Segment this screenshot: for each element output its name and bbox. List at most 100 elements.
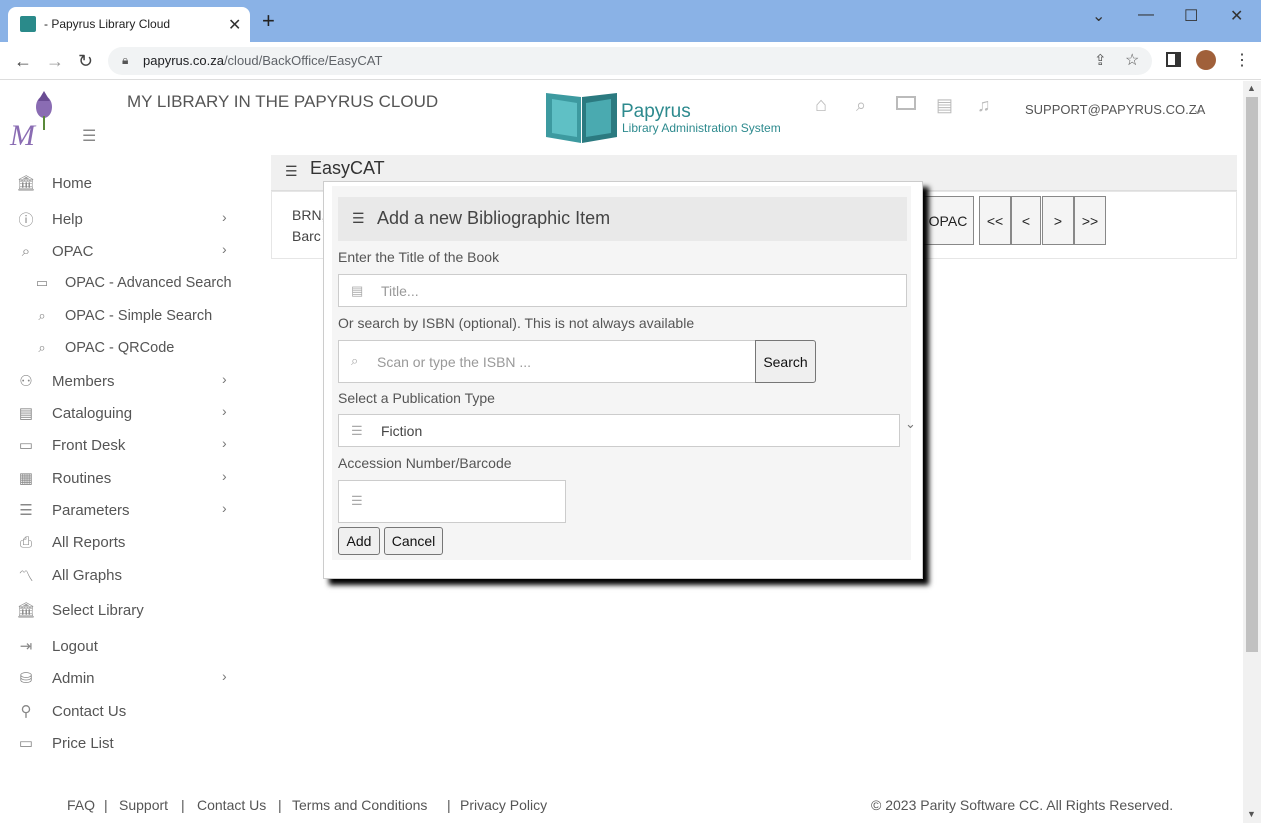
sidebar-item-all-reports[interactable]: ⎙ All Reports: [14, 530, 125, 554]
chevron-right-icon[interactable]: ›: [222, 209, 227, 225]
chevron-right-icon[interactable]: ›: [222, 371, 227, 387]
sidebar-item-front-desk[interactable]: ▭ Front Desk: [14, 433, 125, 457]
add-item-modal: ☰ Add a new Bibliographic Item Enter the…: [323, 181, 923, 579]
maximize-icon[interactable]: ☐: [1184, 6, 1198, 26]
window-close-icon[interactable]: ✕: [1230, 6, 1243, 26]
last-record-button[interactable]: >>: [1074, 196, 1106, 245]
user-account[interactable]: SUPPORT@PAPYRUS.CO.ZA: [1025, 102, 1205, 117]
list-icon: ☰: [352, 210, 365, 226]
next-record-button[interactable]: >: [1042, 196, 1074, 245]
tab-close-icon[interactable]: ✕: [228, 15, 241, 35]
sidebar-item-label: OPAC - Advanced Search: [65, 275, 232, 291]
scroll-down-icon[interactable]: ▼: [1247, 809, 1256, 819]
sidebar-item-label: Routines: [52, 469, 112, 487]
sidebar-item-all-graphs[interactable]: 〽 All Graphs: [14, 563, 122, 587]
sidebar-item-label: Members: [52, 372, 115, 390]
first-record-button[interactable]: <<: [979, 196, 1011, 245]
easycat-title: EasyCAT: [310, 158, 385, 178]
hamburger-menu-icon[interactable]: ☰: [82, 126, 96, 146]
title-input[interactable]: ▤ Title...: [338, 274, 907, 307]
chevron-right-icon[interactable]: ›: [222, 500, 227, 516]
monitor-icon: ▭: [35, 275, 49, 290]
sidebar-item-opac-simple-search[interactable]: ⌕ OPAC - Simple Search: [32, 304, 212, 328]
page-scrollbar[interactable]: ▲ ▼: [1243, 81, 1261, 823]
back-icon[interactable]: ←: [14, 51, 32, 72]
sidebar-item-label: Select Library: [52, 601, 144, 619]
search-icon[interactable]: ⌕: [856, 95, 866, 116]
sidebar-item-contact-us[interactable]: ⚲ Contact Us: [14, 699, 127, 723]
footer-link-privacy[interactable]: Privacy Policy: [460, 797, 547, 813]
scroll-up-icon[interactable]: ▲: [1247, 83, 1256, 93]
bookmark-star-icon[interactable]: ☆: [1125, 50, 1139, 70]
sidebar-item-routines[interactable]: ▦ Routines: [14, 466, 111, 490]
sidebar-item-admin[interactable]: ⛁ Admin: [14, 666, 95, 690]
isbn-search-button[interactable]: Search: [755, 340, 816, 383]
accession-label: Accession Number/Barcode: [338, 455, 512, 471]
sidebar-item-members[interactable]: ⚇ Members: [14, 369, 115, 393]
chevron-right-icon[interactable]: ›: [222, 241, 227, 257]
forward-icon[interactable]: →: [46, 51, 64, 72]
chevron-right-icon[interactable]: ›: [222, 468, 227, 484]
reload-icon[interactable]: ↻: [78, 51, 93, 72]
chevron-down-icon[interactable]: ⌄: [1192, 101, 1204, 118]
share-icon[interactable]: ⇪: [1094, 51, 1107, 69]
front-desk-icon[interactable]: [896, 96, 916, 110]
add-button[interactable]: Add: [338, 527, 380, 555]
calendar-icon: ▦: [18, 470, 34, 487]
sidebar-item-label: Admin: [52, 669, 95, 687]
modal-title: Add a new Bibliographic Item: [377, 208, 611, 228]
list-icon: ☰: [285, 163, 298, 179]
isbn-input[interactable]: ⌕ Scan or type the ISBN ...: [338, 340, 756, 383]
footer-link-faq[interactable]: FAQ: [67, 797, 95, 813]
pubtype-value: Fiction: [381, 423, 423, 439]
sidebar-item-label: Contact Us: [52, 702, 127, 720]
home-icon[interactable]: ⌂: [815, 94, 827, 117]
sidebar-item-opac-advanced-search[interactable]: ▭ OPAC - Advanced Search: [32, 271, 232, 295]
chevron-right-icon[interactable]: ›: [222, 668, 227, 684]
sidebar-item-label: Front Desk: [52, 436, 126, 454]
footer-link-terms[interactable]: Terms and Conditions: [292, 797, 427, 813]
sidebar-item-cataloguing[interactable]: ▤ Cataloguing: [14, 401, 132, 425]
sidebar-item-select-library[interactable]: 🏛︎ Select Library: [14, 598, 144, 622]
users-icon: ⚇: [19, 373, 33, 390]
browser-tab[interactable]: - Papyrus Library Cloud ✕: [8, 7, 250, 43]
footer-link-contact-us[interactable]: Contact Us: [197, 797, 266, 813]
new-tab-icon[interactable]: +: [262, 10, 275, 32]
site-title: MY LIBRARY IN THE PAPYRUS CLOUD: [127, 92, 439, 111]
minimize-icon[interactable]: —: [1138, 6, 1154, 24]
sidebar-item-opac-qrcode[interactable]: ⌕ OPAC - QRCode: [32, 336, 174, 360]
brand-name: Papyrus: [621, 101, 691, 122]
sidebar-item-help[interactable]: ⓘ Help: [14, 207, 82, 231]
chevron-down-icon[interactable]: ⌄: [905, 416, 916, 432]
library-logo: M: [8, 89, 70, 152]
footer-separator: |: [447, 797, 451, 813]
accession-input[interactable]: ☰: [338, 480, 566, 523]
sidebar-item-parameters[interactable]: ☰ Parameters: [14, 498, 129, 522]
sidebar-item-opac[interactable]: ⌕ OPAC: [14, 239, 94, 263]
title-placeholder: Title...: [381, 283, 419, 299]
lock-icon: 🔒︎: [122, 53, 129, 67]
sidepanel-icon[interactable]: [1166, 52, 1181, 67]
search-icon: ⌕: [21, 242, 31, 260]
chevron-right-icon[interactable]: ›: [222, 403, 227, 419]
sidebar-item-logout[interactable]: ⇥ Logout: [14, 634, 98, 658]
cancel-button[interactable]: Cancel: [384, 527, 443, 555]
chevron-right-icon[interactable]: ›: [222, 435, 227, 451]
previous-record-button[interactable]: <: [1011, 196, 1041, 245]
tab-title: - Papyrus Library Cloud: [44, 17, 171, 31]
url-path: /cloud/BackOffice/EasyCAT: [223, 53, 383, 68]
list-icon: ☰: [19, 502, 33, 519]
pubtype-select[interactable]: ☰ Fiction: [338, 414, 900, 447]
book-icon[interactable]: ▤: [936, 95, 953, 116]
chrome-menu-icon[interactable]: ⋮: [1234, 50, 1250, 70]
bell-icon[interactable]: ♫: [977, 95, 991, 116]
footer-link-support[interactable]: Support: [119, 797, 168, 813]
sidebar-item-home[interactable]: 🏛︎ Home: [14, 171, 92, 195]
sidebar-item-price-list[interactable]: ▭ Price List: [14, 731, 114, 755]
profile-avatar[interactable]: [1196, 50, 1216, 70]
search-icon: ⌕: [351, 353, 359, 368]
scrollbar-thumb[interactable]: [1246, 97, 1258, 652]
tab-search-icon[interactable]: ⌄: [1092, 6, 1105, 26]
opac-button[interactable]: OPAC: [922, 196, 974, 245]
address-bar[interactable]: 🔒︎ papyrus.co.za/cloud/BackOffice/EasyCA…: [108, 47, 1152, 75]
